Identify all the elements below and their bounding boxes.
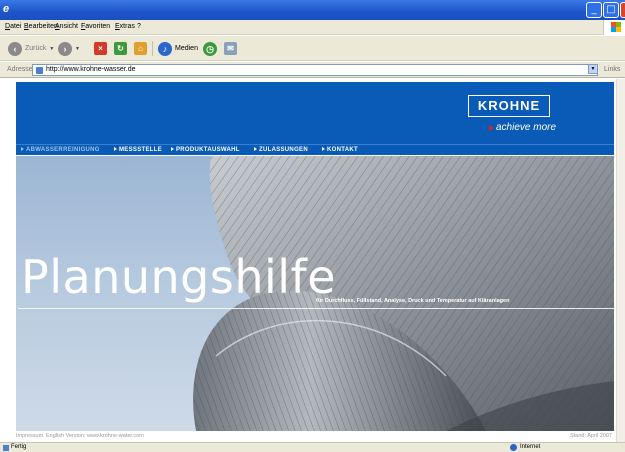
address-bar: Adresse http://www.krohne-wasser.de ▼ Li…	[0, 62, 625, 78]
menu-help[interactable]: ?	[137, 23, 141, 30]
nav-item-produktauswahl[interactable]: PRODUKTAUSWAHL	[171, 147, 240, 153]
stand-date: Stand: April 2007	[570, 433, 612, 439]
home-button[interactable]: ⌂	[134, 40, 147, 57]
menu-datei[interactable]: Datei	[5, 23, 21, 30]
menu-ansicht[interactable]: Ansicht	[55, 23, 78, 30]
address-url: http://www.krohne-wasser.de	[46, 66, 136, 73]
chevron-down-icon: ▼	[49, 45, 55, 52]
vertical-scrollbar[interactable]	[616, 79, 625, 442]
mail-button[interactable]: ✉	[224, 40, 237, 57]
status-bar: Fertig Internet	[0, 442, 625, 452]
mail-icon: ✉	[224, 42, 237, 55]
english-version-link[interactable]: English Version: www.krohne-water.com	[46, 433, 144, 439]
refresh-icon: ↻	[114, 42, 127, 55]
slogan-arrow-icon	[489, 125, 494, 131]
back-button[interactable]: ‹ Zurück ▼	[8, 40, 54, 57]
address-dropdown-button[interactable]: ▼	[588, 64, 598, 74]
title-bar: e _ □ ✕	[0, 0, 625, 20]
address-input[interactable]: http://www.krohne-wasser.de	[32, 64, 598, 76]
nav-arrow-icon	[114, 147, 117, 151]
krohne-logo[interactable]: KROHNE	[468, 95, 550, 117]
media-button[interactable]: ♪ Medien	[158, 40, 198, 57]
menu-bar: Datei Bearbeiten Ansicht Favoriten Extra…	[0, 20, 625, 35]
menu-bearbeiten[interactable]: Bearbeiten	[24, 23, 58, 30]
site-footer: Impressum English Version: www.krohne-wa…	[16, 431, 614, 440]
nav-item-messstelle[interactable]: MESSSTELLE	[114, 147, 162, 153]
nav-arrow-icon	[254, 147, 257, 151]
history-button[interactable]: ◷	[203, 40, 217, 57]
nav-arrow-icon	[171, 147, 174, 151]
impressum-link[interactable]: Impressum	[16, 433, 43, 439]
history-icon: ◷	[203, 41, 217, 56]
nav-arrow-icon	[322, 147, 325, 151]
site-header: KROHNE achieve more	[16, 82, 614, 144]
nav-item-abwasserreinigung[interactable]: ABWASSERREINIGUNG	[21, 147, 100, 153]
main-navigation: ABWASSERREINIGUNG MESSSTELLE PRODUKTAUSW…	[16, 144, 614, 155]
links-button[interactable]: Links	[604, 66, 620, 73]
slogan: achieve more	[496, 122, 557, 133]
menu-favoriten[interactable]: Favoriten	[81, 23, 110, 30]
address-label: Adresse	[7, 66, 33, 73]
refresh-button[interactable]: ↻	[114, 40, 127, 57]
page-status-icon	[3, 445, 9, 451]
maximize-button[interactable]: □	[603, 2, 619, 18]
nav-arrow-icon	[21, 147, 24, 151]
menu-extras[interactable]: Extras	[115, 23, 135, 30]
stop-button[interactable]: ×	[94, 40, 107, 57]
chevron-down-icon: ▼	[75, 45, 80, 52]
page-viewport: KROHNE achieve more ABWASSERREINIGUNG ME…	[0, 79, 625, 442]
internet-zone-icon	[510, 444, 517, 451]
nav-item-zulassungen[interactable]: ZULASSUNGEN	[254, 147, 308, 153]
windows-logo-icon	[603, 20, 625, 35]
forward-button[interactable]: › ▼	[58, 40, 80, 57]
home-icon: ⌂	[134, 42, 147, 55]
page-favicon-icon	[36, 67, 43, 74]
ie-icon: e	[3, 3, 10, 15]
security-zone: Internet	[520, 444, 541, 450]
status-text: Fertig	[11, 444, 27, 450]
close-button[interactable]: ✕	[620, 2, 625, 18]
stop-icon: ×	[94, 42, 107, 55]
hero-subtitle: für Durchfluss, Füllstand, Analyse, Druc…	[316, 298, 510, 304]
hero-title: Planungshilfe	[21, 250, 337, 304]
hero-banner: Planungshilfe für Durchfluss, Füllstand,…	[16, 156, 614, 431]
toolbar: ‹ Zurück ▼ › ▼ × ↻ ⌂ ♪ Medien ◷ ✉	[0, 36, 625, 61]
back-arrow-icon: ‹	[8, 41, 22, 56]
nav-item-kontakt[interactable]: KONTAKT	[322, 147, 358, 153]
hero-divider	[18, 308, 614, 309]
media-icon: ♪	[158, 41, 172, 56]
website: KROHNE achieve more ABWASSERREINIGUNG ME…	[16, 82, 614, 440]
toolbar-divider	[152, 41, 153, 56]
minimize-button[interactable]: _	[586, 2, 602, 18]
forward-arrow-icon: ›	[58, 41, 72, 56]
